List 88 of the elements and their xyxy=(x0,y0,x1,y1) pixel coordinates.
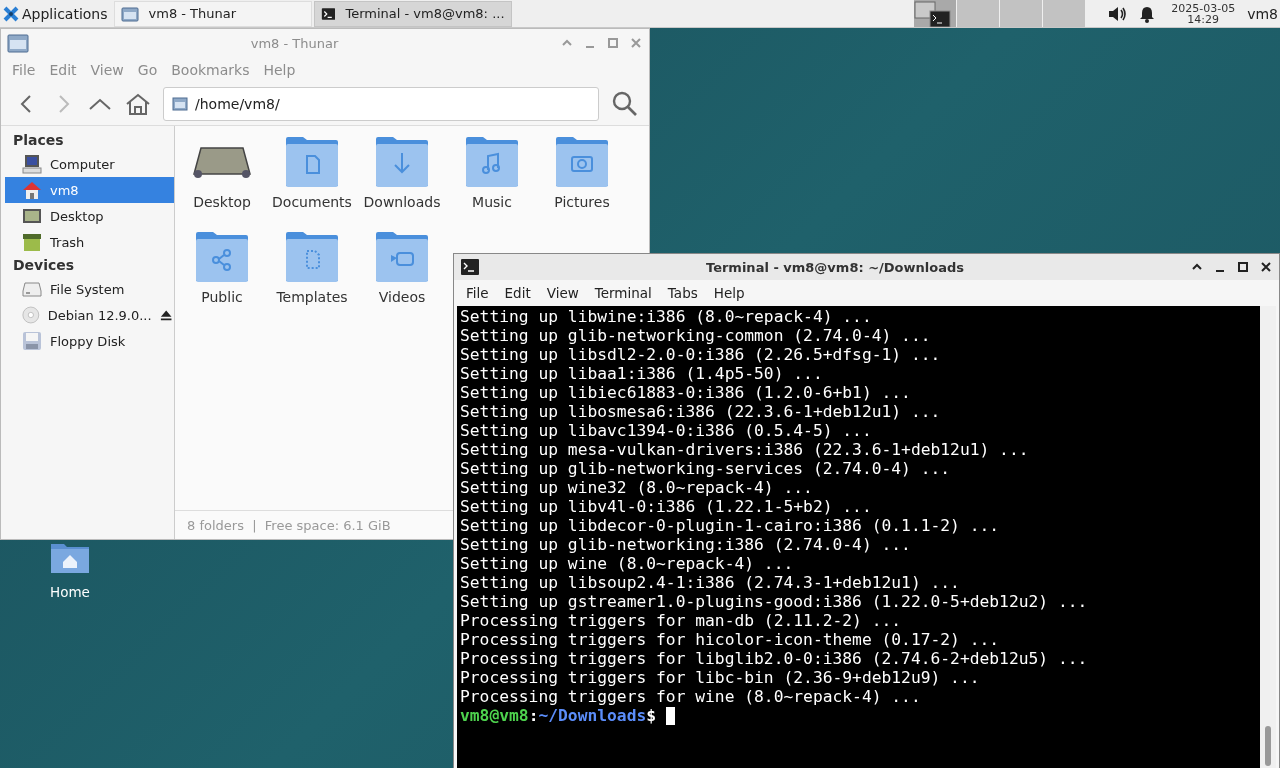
maximize-icon[interactable] xyxy=(1236,260,1250,274)
menu-item[interactable]: View xyxy=(538,285,587,301)
camera-folder-icon[interactable] xyxy=(555,136,609,188)
folder-label[interactable]: Documents xyxy=(272,194,352,210)
terminal-line: Setting up libwine:i386 (8.0~repack-4) ... xyxy=(460,307,873,326)
sidebar-item[interactable]: Debian 12.9.0... xyxy=(5,302,174,328)
folder-icon xyxy=(172,97,188,111)
video-folder-icon[interactable] xyxy=(375,231,429,283)
menu-item[interactable]: Help xyxy=(705,285,753,301)
menu-item[interactable]: Terminal xyxy=(586,285,660,301)
document-folder-icon[interactable] xyxy=(285,136,339,188)
desktop-icon xyxy=(22,206,42,226)
menu-item[interactable]: File xyxy=(458,285,497,301)
prompt-path: ~/Downloads xyxy=(538,706,647,725)
terminal-line: Setting up libiec61883-0:i386 (1.2.0-6+b1) ... xyxy=(460,383,912,402)
terminal-line: Setting up libsoup2.4-1:i386 (2.74.3-1+deb12u1) ... xyxy=(460,573,961,592)
desktop-icon-label[interactable]: Home xyxy=(50,584,90,600)
volume-icon[interactable] xyxy=(1107,4,1128,23)
sidebar-item[interactable]: vm8 xyxy=(5,177,174,203)
folder-label[interactable]: Downloads xyxy=(363,194,441,210)
terminal-line: Setting up libsdl2-2.0-0:i386 (2.26.5+dfsg-1) ... xyxy=(460,345,942,364)
terminal-line: Setting up libdecor-0-plugin-1-cairo:i386 (0.1.1-2) ... xyxy=(460,516,1001,535)
sidebar-item[interactable]: File System xyxy=(5,276,174,302)
home-icon[interactable] xyxy=(125,92,151,116)
share-folder-icon[interactable] xyxy=(195,231,249,283)
applications-menu[interactable]: Applications xyxy=(0,0,114,28)
eject-icon[interactable] xyxy=(159,308,172,322)
folder-label[interactable]: Pictures xyxy=(554,194,610,210)
terminal-line: Setting up glib-networking-common (2.74.0-4) ... xyxy=(460,326,932,345)
workspace-button[interactable] xyxy=(914,0,957,27)
terminal-line: Setting up wine (8.0~repack-4) ... xyxy=(460,554,795,573)
drive-icon xyxy=(22,279,42,299)
folder-label[interactable]: Music xyxy=(472,194,512,210)
folder-label[interactable]: Public xyxy=(201,289,243,305)
menu-item[interactable]: Tabs xyxy=(659,285,706,301)
sidebar-item[interactable]: Trash xyxy=(5,229,174,255)
computer-icon xyxy=(22,154,42,174)
sidebar-item[interactable]: Desktop xyxy=(5,203,174,229)
folder-icon xyxy=(120,5,139,22)
text-cursor xyxy=(666,706,676,725)
close-icon[interactable] xyxy=(1259,260,1273,274)
terminal-line: Setting up libavc1394-0:i386 (0.5.4-5) ... xyxy=(460,421,873,440)
window-title: vm8 - Thunar xyxy=(249,35,340,51)
terminal-line: Setting up libaa1:i386 (1.4p5-50) ... xyxy=(460,364,824,383)
menu-item[interactable]: Edit xyxy=(496,285,539,301)
status-text: 8 folders | Free space: 6.1 GiB xyxy=(187,517,391,533)
prompt-separator: : xyxy=(528,706,539,725)
sidebar-heading: Devices xyxy=(12,256,76,275)
sidebar-heading: Places xyxy=(12,131,65,150)
terminal-line: Setting up mesa-vulkan-drivers:i386 (22.3.6-1+deb12u1) ... xyxy=(460,440,1030,459)
clock-time: 14:29 xyxy=(1187,13,1220,25)
folder-label[interactable]: Desktop xyxy=(193,194,251,210)
terminal-line: Setting up glib-networking-services (2.74.0-4) ... xyxy=(460,459,952,478)
window-title: Terminal - vm8@vm8: ~/Downloads xyxy=(705,259,965,275)
terminal-line: Processing triggers for libglib2.0-0:i386 (2.74.6-2+deb12u5) ... xyxy=(460,649,1089,668)
prompt-symbol: $ xyxy=(646,706,657,725)
terminal-line: Processing triggers for man-db (2.11.2-2) ... xyxy=(460,611,903,630)
folder-label[interactable]: Videos xyxy=(378,289,426,305)
terminal-icon xyxy=(460,258,480,276)
search-icon[interactable] xyxy=(611,90,639,118)
terminal-line: Processing triggers for libc-bin (2.36-9+deb12u9) ... xyxy=(460,668,981,687)
sidebar-item[interactable]: Computer xyxy=(5,151,174,177)
bell-icon[interactable] xyxy=(1139,4,1156,23)
disc-icon xyxy=(22,305,40,325)
taskbar-button[interactable]: Terminal - vm8@vm8: ... xyxy=(313,0,512,27)
terminal-line: Setting up gstreamer1.0-plugins-good:i386 (1.22.0-5+deb12u2) ... xyxy=(460,592,1089,611)
floppy-icon xyxy=(22,331,42,351)
template-folder-icon[interactable] xyxy=(285,231,339,283)
clock-date: 2025-03-05 xyxy=(1171,2,1236,14)
terminal-line: Setting up wine32 (8.0~repack-4) ... xyxy=(460,478,814,497)
user-name[interactable]: vm8 xyxy=(1247,5,1278,22)
location-field[interactable]: /home/vm8/ xyxy=(163,87,599,121)
music-folder-icon[interactable] xyxy=(465,136,519,188)
taskbar-button[interactable]: vm8 - Thunar xyxy=(113,0,312,27)
home-icon xyxy=(22,180,42,200)
terminal-line: Processing triggers for wine (8.0~repack-4) ... xyxy=(460,687,922,706)
terminal-line: Setting up glib-networking:i386 (2.74.0-4) ... xyxy=(460,535,912,554)
folder-icon xyxy=(7,33,29,53)
terminal-line: Setting up libv4l-0:i386 (1.22.1-5+b2) ... xyxy=(460,497,873,516)
folder-label[interactable]: Templates xyxy=(276,289,348,305)
trash-icon xyxy=(22,232,42,252)
download-folder-icon[interactable] xyxy=(375,136,429,188)
terminal-line: Processing triggers for hicolor-icon-theme (0.17-2) ... xyxy=(460,630,1001,649)
terminal-icon xyxy=(320,5,336,22)
prompt-user: vm8@vm8 xyxy=(460,706,529,725)
terminal-line: Setting up libosmesa6:i386 (22.3.6-1+deb12u1) ... xyxy=(460,402,942,421)
scrollbar-thumb[interactable] xyxy=(1265,726,1271,766)
sidebar-item[interactable]: Floppy Disk xyxy=(5,328,174,354)
